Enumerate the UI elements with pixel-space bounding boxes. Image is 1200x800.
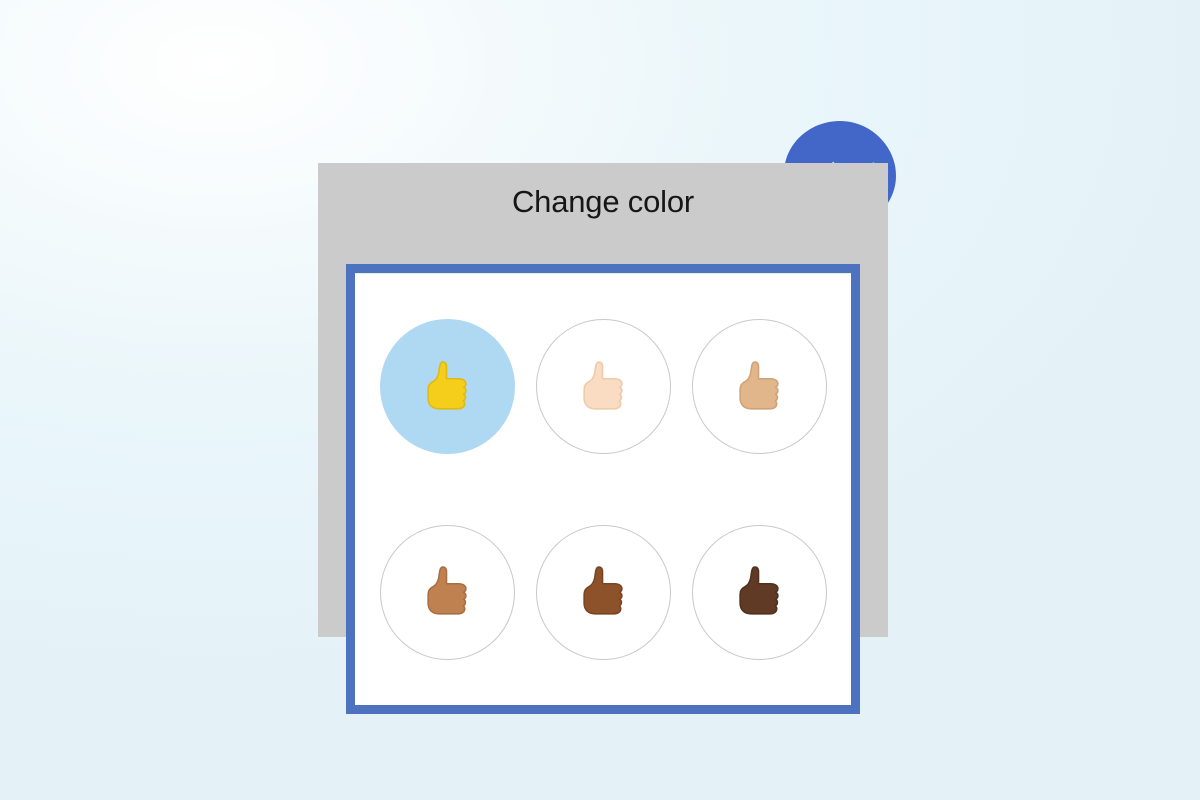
thumbs-up-icon (739, 566, 779, 615)
thumbs-up-icon (739, 361, 779, 410)
thumbs-up-icon (427, 566, 467, 615)
skin-tone-option-1[interactable] (535, 319, 671, 455)
dialog-header: Change color (318, 163, 888, 263)
tone-picker-panel-inner (355, 273, 851, 705)
page-title: Change color (512, 184, 694, 219)
skin-tone-option-5[interactable] (691, 524, 827, 660)
skin-tone-option-2[interactable] (691, 319, 827, 455)
thumbs-up-icon (427, 361, 467, 410)
skin-tone-option-0[interactable] (379, 319, 515, 455)
skin-tone-grid (369, 284, 837, 695)
thumbs-up-icon (583, 566, 623, 615)
skin-tone-option-3[interactable] (379, 524, 515, 660)
tone-picker-panel (346, 264, 860, 714)
thumbs-up-icon (583, 361, 623, 410)
change-color-dialog: Change color (318, 163, 888, 714)
skin-tone-option-4[interactable] (535, 524, 671, 660)
